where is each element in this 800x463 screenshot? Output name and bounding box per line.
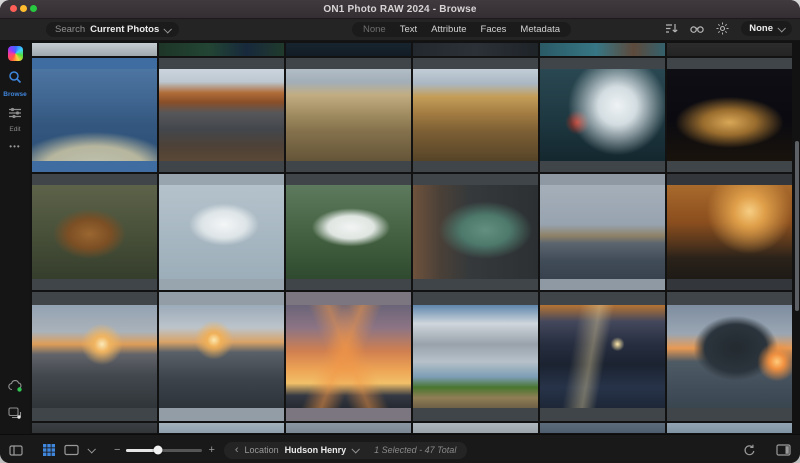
photo-thumbnail-badlands-ridges[interactable] <box>413 58 538 172</box>
statusbar: − + ‹ Location Hudson Henry 1 Selected -… <box>0 434 800 463</box>
chevron-down-icon <box>351 445 361 454</box>
sidebar-item-browse[interactable]: Browse <box>3 70 27 98</box>
photo-thumbnail-gray-blur[interactable] <box>667 43 792 56</box>
filter-preset-value: None <box>749 23 773 34</box>
photo-thumbnail-dunes-people[interactable] <box>32 58 157 172</box>
photo-grid-area <box>30 41 800 434</box>
scrollbar-thumb[interactable] <box>795 141 799 311</box>
slider-thumb[interactable] <box>153 445 163 455</box>
browse-icon <box>8 70 22 89</box>
photo-thumbnail-egret-landing[interactable] <box>159 174 284 290</box>
photo-thumbnail-sky-sliver-1[interactable] <box>159 423 284 433</box>
window-title: ON1 Photo RAW 2024 - Browse <box>323 3 477 15</box>
sort-icon[interactable] <box>665 23 678 34</box>
sidebar-item-label: Edit <box>9 126 21 133</box>
zoom-in-button[interactable]: + <box>208 444 214 456</box>
slider-track[interactable] <box>126 445 203 455</box>
photo-thumbnail-dark-beach[interactable] <box>32 423 157 433</box>
photo-thumbnail-havana-car[interactable] <box>413 174 538 290</box>
thumbnail-size-slider[interactable]: − + <box>114 444 215 456</box>
photo-thumbnail-egret-flight[interactable] <box>286 174 411 290</box>
photo-thumbnail-sun-rays-clouds[interactable] <box>286 292 411 421</box>
filter-tab-attribute[interactable]: Attribute <box>424 24 473 35</box>
sidebar-item-edit[interactable]: Edit <box>3 106 26 133</box>
sidebar-modules: Browse Edit <box>3 70 27 141</box>
photo-thumbnail-boy-wave-splash[interactable] <box>540 58 665 172</box>
photo-thumbnail-sand-ripples[interactable] <box>286 58 411 172</box>
search-scope-control[interactable]: Search Current Photos <box>46 22 180 37</box>
photo-thumbnail-beach-sunstar[interactable] <box>32 292 157 421</box>
selection-info: 1 Selected - 47 Total <box>374 445 457 455</box>
photo-grid <box>30 41 800 434</box>
sidebar: Browse Edit ••• <box>0 41 30 434</box>
photo-thumbnail-photographers-haystack[interactable] <box>159 292 284 421</box>
photo-thumbnail-gray-sliver[interactable] <box>286 423 411 433</box>
app-window: ON1 Photo RAW 2024 - Browse Search Curre… <box>0 0 800 463</box>
photo-thumbnail-morro-lighthouse[interactable] <box>540 174 665 290</box>
filter-tab-text[interactable]: Text <box>393 24 424 35</box>
on1-logo <box>7 46 23 61</box>
edit-icon <box>8 106 22 124</box>
sidebar-item-label: Browse <box>3 91 27 98</box>
photo-thumbnail-peacock-foliage[interactable] <box>159 43 284 56</box>
filter-tab-none[interactable]: None <box>356 24 393 35</box>
cloud-sync-icon[interactable] <box>7 379 23 397</box>
lights-out-icon[interactable] <box>716 22 729 35</box>
zoom-out-button[interactable]: − <box>114 444 120 456</box>
photo-thumbnail-badwater-reflection[interactable] <box>159 58 284 172</box>
location-label: Location <box>244 445 279 455</box>
photo-thumbnail-tan-sliver[interactable] <box>413 423 538 433</box>
chevron-down-icon <box>163 24 173 34</box>
filter-tab-faces[interactable]: Faces <box>474 24 514 35</box>
minimize-button[interactable] <box>20 5 27 12</box>
photo-thumbnail-second-beach-sunset[interactable] <box>667 292 792 421</box>
search-scope-value: Current Photos <box>90 24 160 35</box>
titlebar: ON1 Photo RAW 2024 - Browse <box>0 0 800 19</box>
filter-tab-metadata[interactable]: Metadata <box>513 24 567 35</box>
photo-thumbnail-sky-sliver-2[interactable] <box>667 423 792 433</box>
photo-thumbnail-sunset-sea-rock[interactable] <box>667 174 792 290</box>
photo-thumbnail-blue-sliver[interactable] <box>540 423 665 433</box>
grid-view-icon[interactable] <box>43 444 55 456</box>
photo-thumbnail-ferris-structure[interactable] <box>413 43 538 56</box>
search-label: Search <box>55 24 86 35</box>
filter-tabs: None Text Attribute Faces Metadata <box>352 22 572 37</box>
photo-thumbnail-lighthouse-beam[interactable] <box>540 292 665 421</box>
photo-thumbnail-fountain-night[interactable] <box>667 58 792 172</box>
photo-view-icon[interactable] <box>64 444 79 456</box>
location-value: Hudson Henry <box>284 445 347 455</box>
compare-icon[interactable] <box>690 24 704 34</box>
versions-icon[interactable] <box>8 406 22 424</box>
photo-thumbnail-teal-portrait[interactable] <box>540 43 665 56</box>
view-options-chevron-icon[interactable] <box>87 445 96 454</box>
panel-toggle-icon[interactable] <box>776 444 791 456</box>
more-modules-button[interactable]: ••• <box>9 142 20 151</box>
photo-thumbnail-snow-skier[interactable] <box>32 43 157 56</box>
reset-icon[interactable] <box>743 444 756 456</box>
chevron-down-icon <box>777 23 786 33</box>
back-chevron-icon[interactable]: ‹ <box>235 444 239 456</box>
breadcrumb[interactable]: ‹ Location Hudson Henry 1 Selected - 47 … <box>223 441 468 459</box>
zoom-button[interactable] <box>30 5 37 12</box>
filter-preset-dropdown[interactable]: None <box>741 21 792 36</box>
traffic-lights <box>10 5 37 12</box>
dual-browse-toggle-icon[interactable] <box>9 444 23 456</box>
photo-thumbnail-owl-flight[interactable] <box>32 174 157 290</box>
toolbar: Search Current Photos None Text Attribute F… <box>0 19 800 41</box>
photo-thumbnail-dark-blue[interactable] <box>286 43 411 56</box>
photo-thumbnail-field-storm-clouds[interactable] <box>413 292 538 421</box>
close-button[interactable] <box>10 5 17 12</box>
